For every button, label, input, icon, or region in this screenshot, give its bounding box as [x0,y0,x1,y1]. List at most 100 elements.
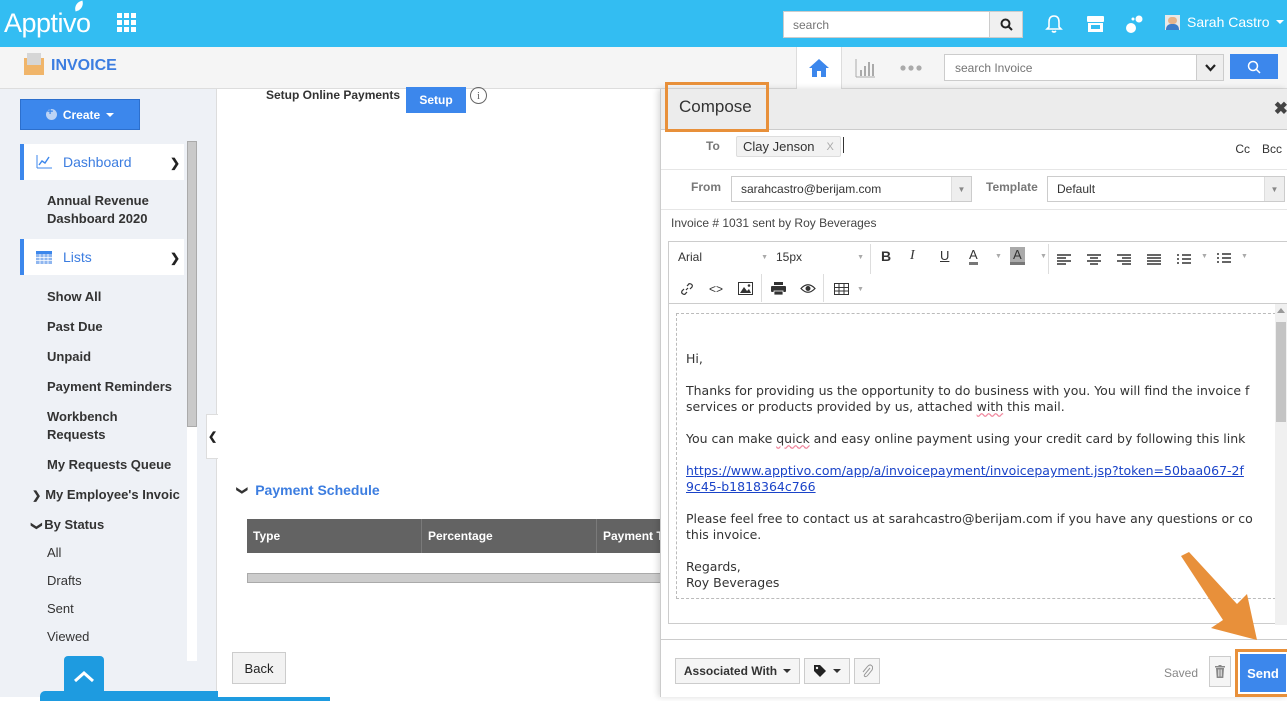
caret-down-icon [1276,20,1285,24]
highlight-color-button[interactable]: A [1010,247,1025,265]
search-button[interactable] [989,12,1022,37]
template-label: Template [986,180,1038,194]
invoice-search-input[interactable] [945,55,1195,80]
create-button[interactable]: Create [20,99,140,130]
tag-dropdown[interactable] [804,658,850,684]
search-filter-dropdown[interactable] [1196,55,1223,80]
employee-group-label: My Employee's Invoic [45,487,180,502]
apptivo-logo[interactable]: Apptivo [4,0,91,39]
editor-scrollbar[interactable] [1275,304,1287,625]
remove-recipient-icon[interactable]: X [827,141,834,153]
associated-with-dropdown[interactable]: Associated With [675,658,800,684]
link-icon[interactable] [680,282,694,296]
sidebar-item-unpaid[interactable]: Unpaid [47,348,187,366]
body-text: services or products provided by us, att… [686,399,977,414]
italic-button[interactable]: I [910,248,915,264]
sidebar-item-past-due[interactable]: Past Due [47,318,187,336]
bullet-list-icon[interactable] [1176,254,1192,266]
info-icon[interactable]: i [470,87,487,104]
subject-field[interactable]: Invoice # 1031 sent by Roy Beverages [671,216,876,230]
connections-icon[interactable] [1123,13,1145,35]
justify-icon[interactable] [1146,254,1162,266]
sidebar-item-viewed[interactable]: Viewed [47,628,187,646]
sidebar-item-sent[interactable]: Sent [47,600,187,618]
bold-button[interactable]: B [881,248,891,264]
font-family-value: Arial [678,250,703,264]
delete-draft-button[interactable] [1209,656,1231,687]
sidebar-group-employees-invoices[interactable]: ❯ My Employee's Invoic [32,486,182,505]
print-icon[interactable] [771,282,786,295]
invoice-envelope-icon [24,52,44,75]
sidebar-item-show-all[interactable]: Show All [47,288,187,306]
notification-bell-icon[interactable] [1043,13,1065,35]
scroll-up-icon[interactable] [1277,308,1285,313]
apps-grid-icon[interactable] [117,13,136,32]
setup-button[interactable]: Setup [406,87,466,113]
code-view-icon[interactable]: <> [709,282,723,296]
column-header-type: Type [247,519,422,553]
payment-schedule-toggle[interactable]: ❯ Payment Schedule [236,482,380,498]
from-label: From [691,180,721,194]
spellcheck-word: quick [776,431,810,446]
body-text: You can make [686,431,777,446]
global-search-input[interactable] [784,12,989,37]
sidebar-item-annual-revenue[interactable]: Annual Revenue Dashboard 2020 [47,192,187,228]
sidebar-scrollbar[interactable] [187,141,197,427]
font-size-select[interactable]: 15px ▼ [776,250,864,264]
underline-button[interactable]: U [940,248,949,263]
search-icon [1247,60,1261,74]
caret-down-icon: ▼ [857,253,864,261]
sidebar-item-my-requests-queue[interactable]: My Requests Queue [47,456,187,474]
send-button[interactable]: Send [1240,654,1286,692]
from-select[interactable]: sarahcastro@berijam.com ▼ [731,176,972,202]
bcc-link[interactable]: Bcc [1262,142,1282,156]
more-tab[interactable] [888,47,934,89]
collapse-sidebar-button[interactable]: ❯ [206,414,218,459]
attach-button[interactable] [854,658,880,684]
user-name: Sarah Castro [1187,14,1270,30]
sidebar-item-workbench-requests[interactable]: Workbench Requests [47,408,147,444]
sidebar-item-payment-reminders[interactable]: Payment Reminders [47,378,187,396]
text-color-button[interactable]: A [969,248,978,265]
reports-tab[interactable] [842,47,888,89]
editor-scroll-thumb[interactable] [1276,322,1286,422]
bar-chart-icon [855,59,875,78]
setup-online-payments-label: Setup Online Payments [266,88,401,102]
closing-text: Regards, [686,559,741,574]
store-icon[interactable] [1084,13,1106,35]
user-menu[interactable]: Sarah Castro [1165,14,1285,30]
body-paragraph-1: Thanks for providing us the opportunity … [686,383,1277,415]
app-title-text: INVOICE [51,57,117,74]
table-icon[interactable] [834,283,849,295]
sidebar-dashboard-header[interactable]: Dashboard ❯ [20,144,184,180]
sidebar-item-all[interactable]: All [47,544,187,562]
align-center-icon[interactable] [1086,254,1102,266]
font-family-select[interactable]: Arial ▼ [678,250,768,264]
align-right-icon[interactable] [1116,254,1132,266]
invoice-search-button[interactable] [1230,54,1278,79]
payment-link[interactable]: https://www.apptivo.com/app/a/invoicepay… [686,463,1244,494]
invoice-search [944,54,1224,81]
align-left-icon[interactable] [1056,254,1072,266]
body-paragraph-3: Please feel free to contact us at sarahc… [686,511,1277,543]
template-select[interactable]: Default ▼ [1047,176,1285,202]
link-text: 9c45-b1818364c766 [686,479,816,494]
sidebar-item-drafts[interactable]: Drafts [47,572,187,590]
close-icon[interactable]: ✖ [1274,99,1287,119]
cc-link[interactable]: Cc [1235,142,1250,156]
numbered-list-icon[interactable] [1216,253,1232,266]
payment-schedule-table-header: Type Percentage Payment T [247,519,667,553]
preview-eye-icon[interactable] [800,283,816,294]
sidebar-group-by-status[interactable]: ❯ By Status [31,516,172,535]
home-tab[interactable] [796,47,842,89]
calendar-grid-icon [36,250,52,264]
link-text: https://www.apptivo.com/app/a/invoicepay… [686,463,1244,478]
tag-icon [813,665,826,677]
image-icon[interactable] [738,282,753,295]
paperclip-icon [862,664,873,678]
back-button[interactable]: Back [232,652,286,684]
to-input[interactable] [843,137,844,153]
sidebar-lists-header[interactable]: Lists ❯ [20,239,184,275]
caret-down-icon: ▼ [761,253,768,261]
table-horizontal-scrollbar[interactable] [247,573,667,583]
